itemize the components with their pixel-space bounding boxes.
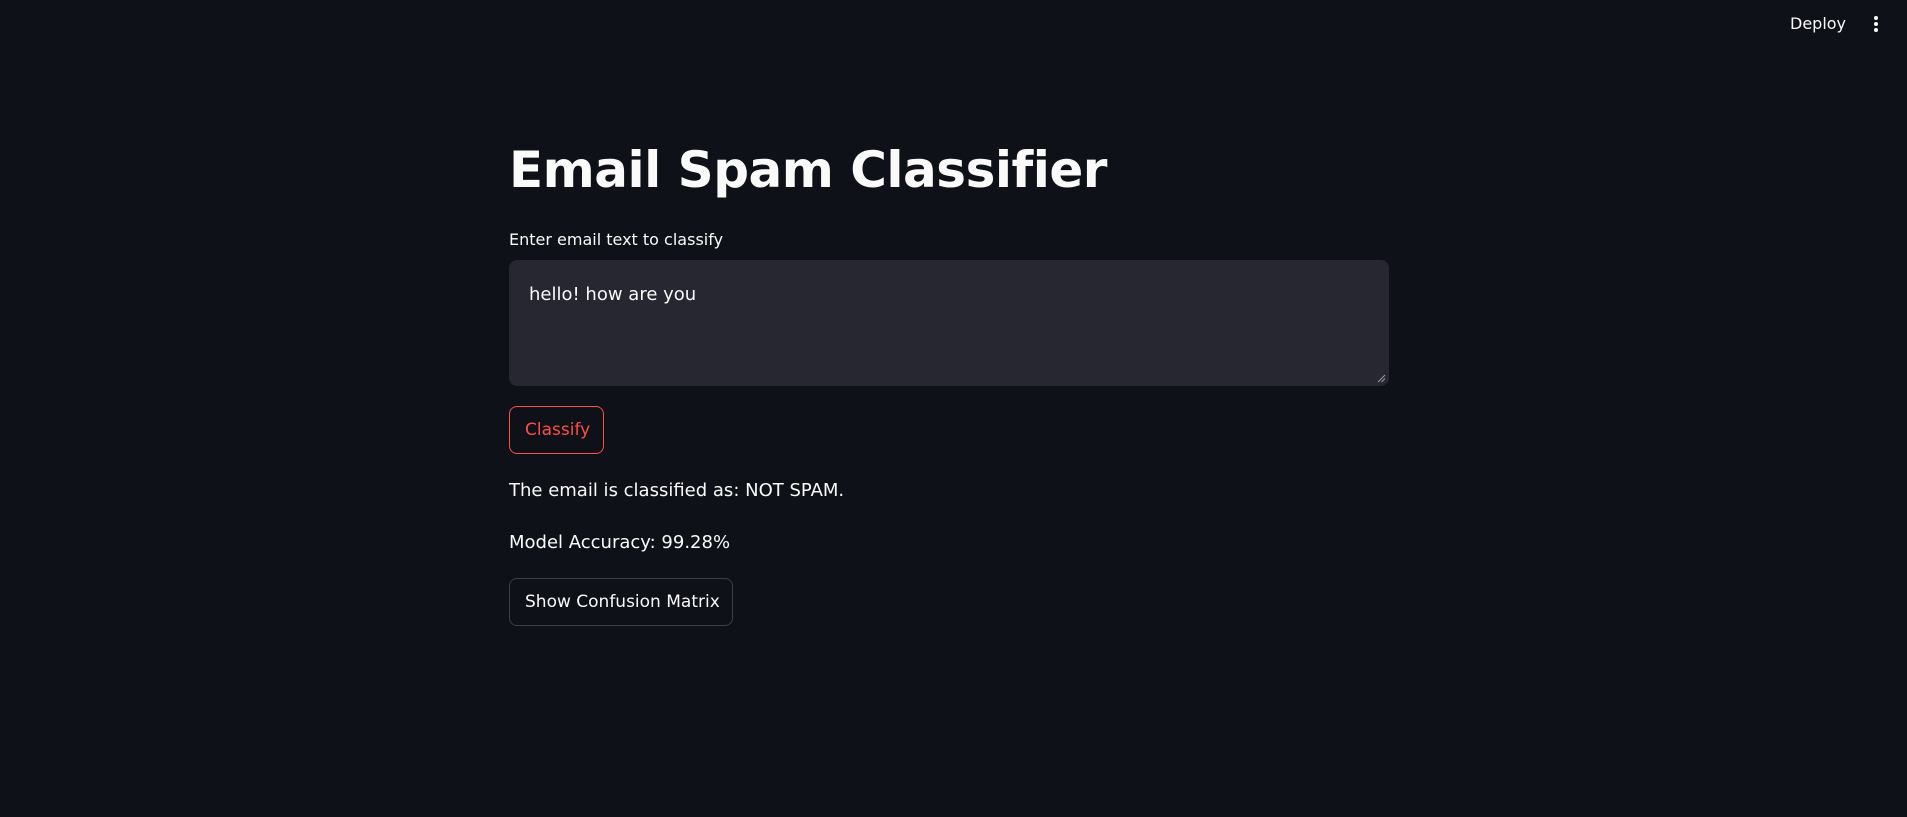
show-confusion-matrix-button[interactable]: Show Confusion Matrix xyxy=(509,578,733,626)
app-root: Deploy Email Spam Classifier Enter email… xyxy=(0,0,1907,817)
classify-button[interactable]: Classify xyxy=(509,406,604,454)
vertical-ellipsis-icon xyxy=(1874,16,1878,32)
email-textarea-container: hello! how are you xyxy=(509,260,1389,386)
email-input-label: Enter email text to classify xyxy=(509,230,724,249)
page-title: Email Spam Classifier xyxy=(509,141,1107,199)
deploy-button[interactable]: Deploy xyxy=(1778,12,1858,36)
classification-result: The email is classified as: NOT SPAM. xyxy=(509,480,845,501)
email-textarea[interactable]: hello! how are you xyxy=(509,260,1389,386)
resize-handle-icon[interactable] xyxy=(1376,373,1386,383)
main-menu-button[interactable] xyxy=(1862,10,1890,38)
model-accuracy: Model Accuracy: 99.28% xyxy=(509,532,731,553)
top-toolbar: Deploy xyxy=(0,0,1907,48)
